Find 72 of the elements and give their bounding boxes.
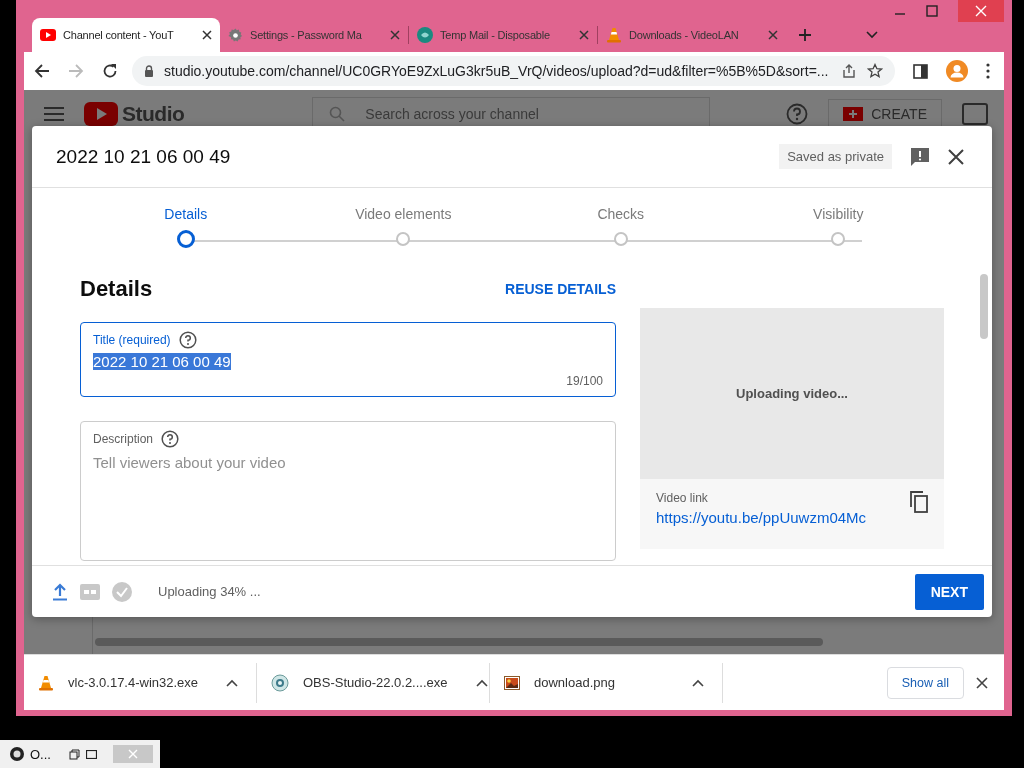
character-counter: 19/100 — [566, 374, 603, 388]
help-icon[interactable] — [161, 430, 180, 448]
url-text: studio.youtube.com/channel/UC0GRYoE9ZxLuG3kr5uB_VrQ/videos/upload?d=ud&filter=%5B%5D&sort=... — [164, 63, 830, 79]
scrollbar[interactable] — [980, 274, 988, 339]
field-label: Description — [93, 432, 154, 446]
step-tab[interactable]: Details — [77, 206, 295, 248]
back-icon[interactable] — [34, 63, 50, 79]
help-icon[interactable] — [786, 103, 809, 125]
help-icon[interactable] — [178, 331, 197, 349]
globe-icon — [271, 673, 289, 692]
reuse-details-link[interactable]: REUSE DETAILS — [505, 281, 616, 297]
address-bar[interactable]: studio.youtube.com/channel/UC0GRYoE9ZxLuG3kr5uB_VrQ/videos/upload?d=ud&filter=%5B%5D&sort=... — [132, 56, 895, 86]
logo-text: Studio — [122, 102, 185, 126]
traffic-cone-icon — [606, 27, 622, 43]
step-tab[interactable]: Checks — [512, 206, 730, 248]
hd-icon — [80, 583, 100, 600]
maximize-icon[interactable] — [85, 749, 97, 759]
download-item[interactable]: OBS-Studio-22.0.2....exe — [257, 662, 490, 703]
reload-icon[interactable] — [102, 63, 118, 79]
taskbar-window[interactable]: O... — [0, 740, 160, 768]
browser-tab[interactable]: Temp Mail - Disposable — [409, 18, 597, 52]
video-link-label: Video link — [656, 491, 709, 505]
mail-logo-icon — [417, 27, 433, 43]
close-icon[interactable] — [202, 30, 212, 40]
video-play-icon — [84, 102, 118, 126]
video-play-icon — [40, 29, 56, 41]
feedback-icon[interactable] — [910, 146, 930, 167]
settings-icon — [228, 27, 243, 43]
step-tab[interactable]: Video elements — [294, 206, 512, 248]
close-icon — [975, 5, 987, 17]
copy-icon[interactable] — [910, 491, 928, 513]
preview-status: Uploading video... — [736, 386, 848, 401]
lock-icon — [144, 65, 154, 77]
browser-tab[interactable]: Settings - Password Ma — [220, 18, 408, 52]
new-tab-icon[interactable] — [798, 28, 812, 42]
dialog-title: 2022 10 21 06 00 49 — [56, 145, 231, 168]
upload-icon — [52, 582, 68, 601]
show-all-button[interactable]: Show all — [886, 666, 964, 699]
close-icon — [127, 749, 138, 759]
upload-status: Uploading 34% ... — [158, 584, 261, 599]
chevron-up-icon[interactable] — [226, 678, 239, 687]
traffic-cone-icon — [38, 674, 54, 691]
close-icon[interactable] — [976, 676, 988, 689]
download-item[interactable]: vlc-3.0.17.4-win32.exe — [24, 662, 257, 703]
search-icon — [329, 106, 346, 122]
description-placeholder: Tell viewers about your video — [93, 454, 287, 471]
download-item[interactable]: download.png — [490, 662, 723, 703]
check-circle-icon — [112, 581, 132, 602]
title-value: 2022 10 21 06 00 49 — [93, 353, 231, 370]
chevron-up-icon[interactable] — [692, 678, 704, 687]
browser-tab[interactable]: Downloads - VideoLAN — [598, 18, 786, 52]
star-icon[interactable] — [867, 63, 883, 79]
browser-tab[interactable]: Channel content - YouT — [32, 18, 220, 52]
title-field[interactable]: Title (required) 2022 10 21 06 00 49 19/100 — [80, 322, 616, 397]
chevron-up-icon[interactable] — [475, 678, 488, 687]
close-icon[interactable] — [948, 148, 964, 165]
menu-icon[interactable] — [986, 63, 990, 79]
add-video-icon — [843, 107, 864, 121]
side-panel-icon[interactable] — [913, 63, 928, 79]
restore-icon[interactable] — [68, 748, 80, 760]
share-icon[interactable] — [841, 63, 857, 79]
chevron-down-icon[interactable] — [866, 31, 878, 39]
next-button[interactable]: NEXT — [914, 573, 984, 610]
description-field[interactable]: Description Tell viewers about your video — [80, 421, 616, 561]
section-heading: Details — [80, 276, 153, 302]
step-tab[interactable]: Visibility — [729, 206, 947, 248]
field-label: Title (required) — [93, 333, 171, 347]
app-logo-icon — [10, 747, 24, 761]
image-file-icon — [504, 674, 520, 691]
video-link[interactable]: https://youtu.be/ppUuwzm04Mc — [656, 509, 900, 526]
save-status-badge: Saved as private — [779, 144, 892, 169]
scrollbar[interactable] — [95, 638, 823, 646]
